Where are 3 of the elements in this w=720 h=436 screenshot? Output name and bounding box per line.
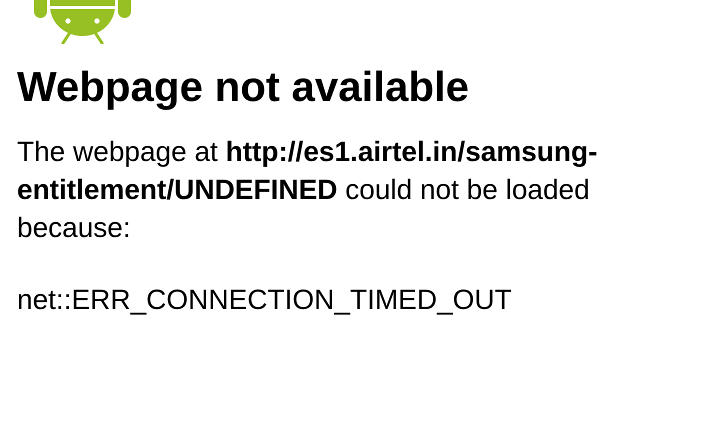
error-message: The webpage at http://es1.airtel.in/samsung-entitlement/UNDEFINED could not be loaded because: [17, 135, 598, 245]
error-code: net::ERR_CONNECTION_TIMED_OUT [17, 283, 512, 317]
page-title: Webpage not available [17, 62, 470, 112]
